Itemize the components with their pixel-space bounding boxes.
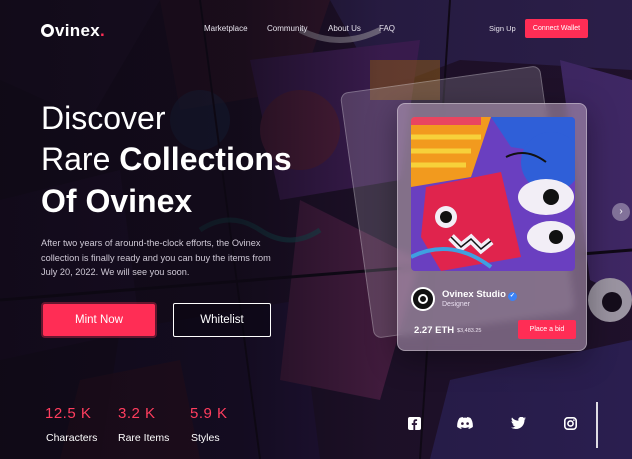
instagram-icon[interactable] <box>561 414 579 432</box>
hero-title-line-2: Rare Collections <box>41 140 292 178</box>
nft-artwork <box>411 117 575 271</box>
signup-link[interactable]: Sign Up <box>489 24 516 33</box>
brand-logo[interactable]: vinex. <box>41 21 105 41</box>
connect-wallet-button[interactable]: Connect Wallet <box>525 19 588 38</box>
stat-characters-value: 12.5 K <box>45 405 92 422</box>
hero-title-rare: Rare <box>41 141 120 177</box>
nav-community[interactable]: Community <box>267 24 307 33</box>
verified-badge-icon: ✓ <box>507 292 517 301</box>
stat-styles-value: 5.9 K <box>190 405 228 422</box>
facebook-icon[interactable] <box>405 414 423 432</box>
nft-card[interactable]: Ovinex Studio ✓ Designer 2.27 ETH $3,483.… <box>397 103 587 351</box>
stat-rare-items-label: Rare Items <box>118 432 170 444</box>
creator-role: Designer <box>442 301 471 308</box>
creator-avatar[interactable] <box>411 287 435 311</box>
hero-title-line-1: Discover <box>41 100 166 136</box>
hero-title-collections: Collections <box>119 141 292 177</box>
discord-icon[interactable] <box>456 414 474 432</box>
mint-now-button[interactable]: Mint Now <box>43 304 155 336</box>
logo-mark-icon <box>41 24 54 37</box>
hero-description: After two years of around-the-clock effo… <box>41 238 271 277</box>
nft-price: 2.27 ETH <box>414 325 455 336</box>
nav-about-us[interactable]: About Us <box>328 24 361 33</box>
creator-name-row: Ovinex Studio ✓ <box>442 289 517 301</box>
stat-rare-items-value: 3.2 K <box>118 405 156 422</box>
carousel-next-icon[interactable]: › <box>612 203 630 221</box>
nav-faq[interactable]: FAQ <box>379 24 395 33</box>
hero-title-line-3: Of Ovinex <box>41 183 193 219</box>
logo-dot: . <box>99 21 106 40</box>
logo-text: vinex <box>55 21 100 40</box>
stat-characters-label: Characters <box>46 432 98 444</box>
nav-marketplace[interactable]: Marketplace <box>204 24 248 33</box>
creator-logo-icon <box>418 294 428 304</box>
twitter-icon[interactable] <box>509 414 527 432</box>
creator-name[interactable]: Ovinex Studio <box>442 289 506 300</box>
whitelist-button[interactable]: Whitelist <box>173 303 271 337</box>
stat-styles-label: Styles <box>191 432 220 444</box>
nft-price-usd: $3,483.25 <box>457 328 482 334</box>
place-bid-button[interactable]: Place a bid <box>518 320 576 339</box>
social-divider <box>596 402 598 448</box>
